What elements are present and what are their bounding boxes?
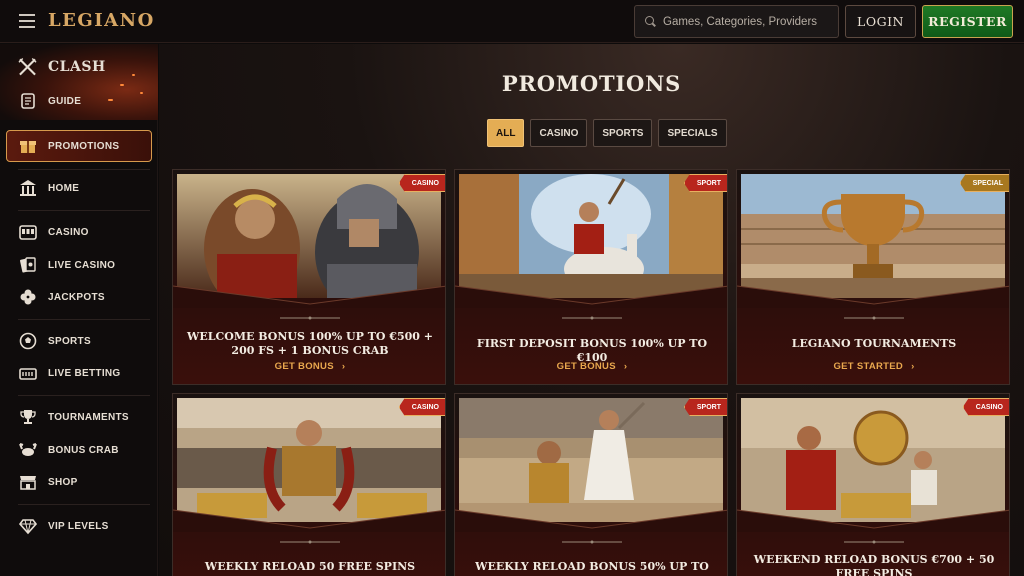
promo-title: LEGIANO TOURNAMENTS xyxy=(791,337,957,350)
sidebar-item-label: LIVE CASINO xyxy=(48,259,116,271)
live-tv-icon xyxy=(18,364,37,383)
category-badge: SPECIAL xyxy=(959,174,1009,192)
sidebar-item-label: CASINO xyxy=(48,226,89,238)
promo-title: WEEKLY RELOAD 50 FREE SPINS xyxy=(204,560,416,573)
main-content: PROMOTIONS ALL CASINO SPORTS SPECIALS CA… xyxy=(159,44,1024,576)
divider xyxy=(18,395,150,396)
slot-machine-icon xyxy=(18,223,37,242)
gift-icon xyxy=(18,137,37,156)
promo-card[interactable]: SPORT WEEKLY RELOAD BONUS 50% UP TO €500 xyxy=(454,393,728,576)
card-divider xyxy=(455,285,727,308)
chevron-right-icon: › xyxy=(341,361,346,372)
chevron-right-icon: › xyxy=(623,361,628,372)
divider xyxy=(18,504,150,505)
sidebar-item-label: JACKPOTS xyxy=(48,291,105,303)
sidebar-item-label: SHOP xyxy=(48,476,78,488)
sidebar-item-tournaments[interactable]: TOURNAMENTS xyxy=(0,402,158,432)
crossed-swords-icon xyxy=(18,57,37,77)
promo-card[interactable]: SPORT FIRST DEPOSIT BONUS 100% UP TO €10… xyxy=(454,169,728,385)
cta-label: GET BONUS xyxy=(556,361,616,372)
sidebar-item-label: CLASH xyxy=(48,59,106,75)
clover-icon xyxy=(18,288,37,307)
ornament-icon xyxy=(844,540,904,544)
category-badge: SPORT xyxy=(683,398,727,416)
trophy-icon xyxy=(18,408,37,427)
search-input[interactable] xyxy=(663,15,835,28)
ornament-icon xyxy=(280,540,340,544)
site-logo[interactable]: LEGIANO xyxy=(48,10,155,31)
promo-card[interactable]: CASINO WELCOME BONUS 100% UP TO €500 + 2… xyxy=(172,169,446,385)
category-badge: SPORT xyxy=(683,174,727,192)
shop-icon xyxy=(18,473,37,492)
filter-specials[interactable]: SPECIALS xyxy=(658,119,727,147)
scroll-icon xyxy=(18,92,37,111)
login-button[interactable]: LOGIN xyxy=(845,5,916,38)
ornament-icon xyxy=(844,316,904,320)
sidebar-item-promotions[interactable]: PROMOTIONS xyxy=(0,131,158,161)
category-badge: CASINO xyxy=(398,174,445,192)
crab-icon xyxy=(18,441,37,460)
sidebar-item-label: HOME xyxy=(48,182,80,194)
get-bonus-link[interactable]: GET BONUS › xyxy=(455,361,727,372)
sidebar-item-label: PROMOTIONS xyxy=(48,140,120,152)
ornament-icon xyxy=(562,540,622,544)
top-header: LEGIANO LOGIN REGISTER xyxy=(0,0,1024,43)
page-title: PROMOTIONS xyxy=(501,71,682,96)
menu-icon[interactable] xyxy=(19,14,35,28)
sidebar-item-label: BONUS CRAB xyxy=(48,444,119,456)
card-divider xyxy=(737,509,1009,532)
sidebar-item-label: SPORTS xyxy=(48,335,91,347)
promo-title: WEEKLY RELOAD BONUS 50% UP TO €500 xyxy=(475,560,709,576)
sidebar: CLASH GUIDE PROMOTIONS HOME CASINO LIVE … xyxy=(0,44,158,576)
sidebar-item-home[interactable]: HOME xyxy=(0,173,158,203)
divider xyxy=(18,319,150,320)
sidebar-item-label: LIVE BETTING xyxy=(48,367,121,379)
cta-label: GET STARTED xyxy=(833,361,904,372)
category-badge: CASINO xyxy=(962,398,1009,416)
promo-card[interactable]: SPECIAL LEGIANO TOURNAMENTS GET STARTED › xyxy=(736,169,1010,385)
filter-casino[interactable]: CASINO xyxy=(530,119,588,147)
card-divider xyxy=(455,509,727,532)
sidebar-item-sports[interactable]: SPORTS xyxy=(0,326,158,356)
filter-tabs: ALL CASINO SPORTS SPECIALS xyxy=(487,119,727,147)
get-started-link[interactable]: GET STARTED › xyxy=(737,361,1009,372)
filter-sports[interactable]: SPORTS xyxy=(593,119,653,147)
card-divider xyxy=(173,509,445,532)
search-box[interactable] xyxy=(634,5,839,38)
sidebar-item-casino[interactable]: CASINO xyxy=(0,217,158,247)
sidebar-item-live-betting[interactable]: LIVE BETTING xyxy=(0,358,158,388)
sidebar-item-shop[interactable]: SHOP xyxy=(0,467,158,497)
cards-icon xyxy=(18,256,37,275)
ornament-icon xyxy=(562,316,622,320)
sidebar-item-label: GUIDE xyxy=(48,95,82,107)
promo-title: WEEKEND RELOAD BONUS €700 + 50 FREE SPIN… xyxy=(753,553,995,576)
sidebar-item-clash[interactable]: CLASH xyxy=(0,52,158,82)
filter-all[interactable]: ALL xyxy=(487,119,525,147)
category-badge: CASINO xyxy=(398,398,445,416)
divider xyxy=(18,210,150,211)
card-divider xyxy=(173,285,445,308)
diamond-icon xyxy=(18,517,37,536)
promo-title: WELCOME BONUS 100% UP TO €500 + 200 FS +… xyxy=(187,330,433,357)
ornament-icon xyxy=(280,316,340,320)
divider xyxy=(18,169,150,170)
search-icon xyxy=(645,15,657,28)
chevron-right-icon: › xyxy=(911,361,915,372)
sidebar-item-guide[interactable]: GUIDE xyxy=(0,86,158,116)
cta-label: GET BONUS xyxy=(274,361,334,372)
sidebar-item-vip-levels[interactable]: VIP LEVELS xyxy=(0,511,158,541)
sidebar-item-jackpots[interactable]: JACKPOTS xyxy=(0,282,158,312)
temple-icon xyxy=(18,179,37,198)
register-button[interactable]: REGISTER xyxy=(922,5,1013,38)
get-bonus-link[interactable]: GET BONUS › xyxy=(173,361,445,372)
sidebar-item-bonus-crab[interactable]: BONUS CRAB xyxy=(0,435,158,465)
sidebar-item-live-casino[interactable]: LIVE CASINO xyxy=(0,250,158,280)
ball-icon xyxy=(18,332,37,351)
promo-card[interactable]: CASINO WEEKEND RELOAD BONUS €700 + 50 FR… xyxy=(736,393,1010,576)
promo-card[interactable]: CASINO WEEKLY RELOAD 50 FREE SPINS xyxy=(172,393,446,576)
card-divider xyxy=(737,285,1009,308)
sidebar-item-label: TOURNAMENTS xyxy=(48,411,129,423)
sidebar-item-label: VIP LEVELS xyxy=(48,520,109,532)
